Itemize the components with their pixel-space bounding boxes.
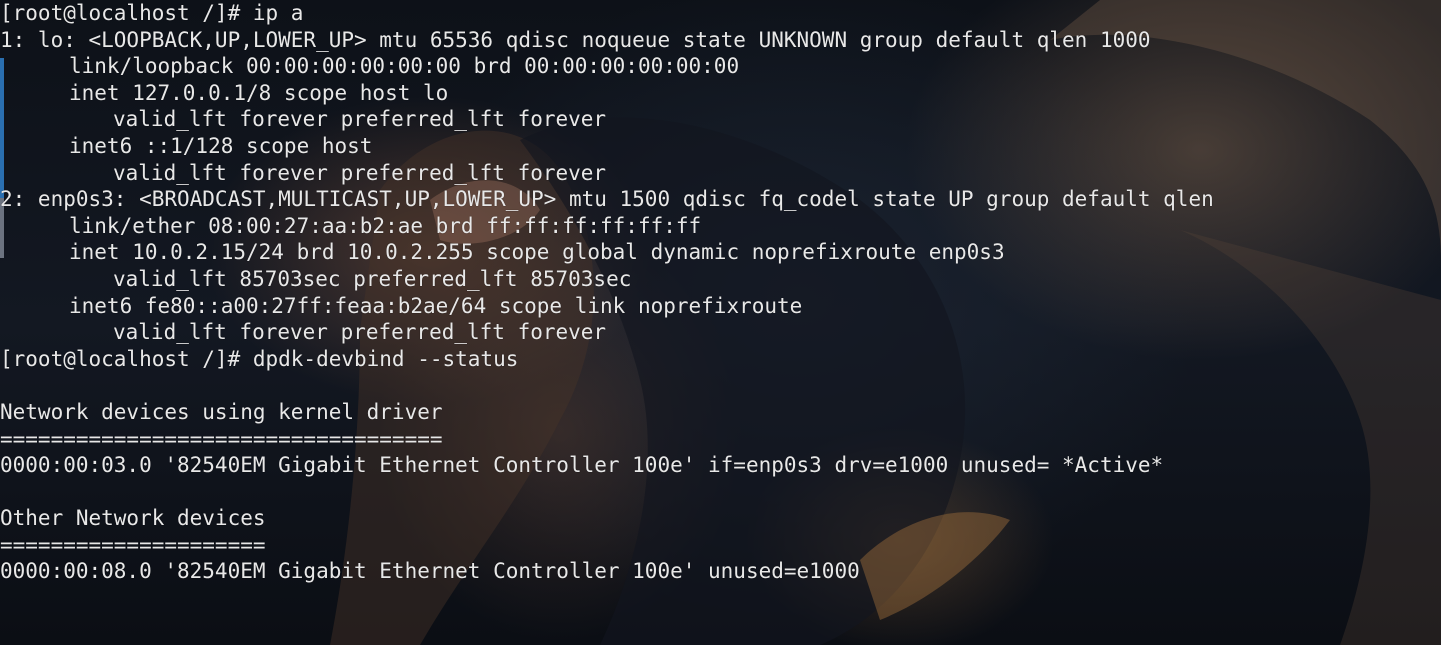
terminal-line: 0000:00:08.0 '82540EM Gigabit Ethernet C… <box>0 559 860 584</box>
terminal-line: valid_lft forever preferred_lft forever <box>113 160 607 185</box>
terminal-line: [root@localhost /]# ip a <box>0 1 304 25</box>
terminal-line: valid_lft 85703sec preferred_lft 85703se… <box>113 266 632 291</box>
terminal-line: Network devices using kernel driver <box>0 399 443 424</box>
terminal-line: Other Network devices <box>0 506 266 531</box>
terminal-line: valid_lft forever preferred_lft forever <box>113 320 607 345</box>
terminal-line: inet 10.0.2.15/24 brd 10.0.2.255 scope g… <box>69 240 1005 265</box>
terminal-line: link/loopback 00:00:00:00:00:00 brd 00:0… <box>69 54 740 79</box>
terminal-line: ===================== <box>0 532 266 557</box>
terminal-line: inet6 ::1/128 scope host <box>69 133 373 158</box>
terminal-line: link/ether 08:00:27:aa:b2:ae brd ff:ff:f… <box>69 213 702 238</box>
terminal-line: valid_lft forever preferred_lft forever <box>113 107 607 132</box>
terminal-line: 0000:00:03.0 '82540EM Gigabit Ethernet C… <box>0 453 1164 478</box>
terminal-line: inet 127.0.0.1/8 scope host lo <box>69 80 449 105</box>
terminal-line: =================================== <box>0 426 443 451</box>
terminal-line: 2: enp0s3: <BROADCAST,MULTICAST,UP,LOWER… <box>0 187 1214 212</box>
terminal-line: 1: lo: <LOOPBACK,UP,LOWER_UP> mtu 65536 … <box>0 27 1151 52</box>
terminal-window[interactable]: [root@localhost /]# ip a 1: lo: <LOOPBACK… <box>0 0 1441 645</box>
terminal-line: [root@localhost /]# dpdk-devbind --statu… <box>0 346 519 371</box>
terminal-line: inet6 fe80::a00:27ff:feaa:b2ae/64 scope … <box>69 293 803 318</box>
terminal-output[interactable]: [root@localhost /]# ip a 1: lo: <LOOPBACK… <box>0 0 1214 585</box>
